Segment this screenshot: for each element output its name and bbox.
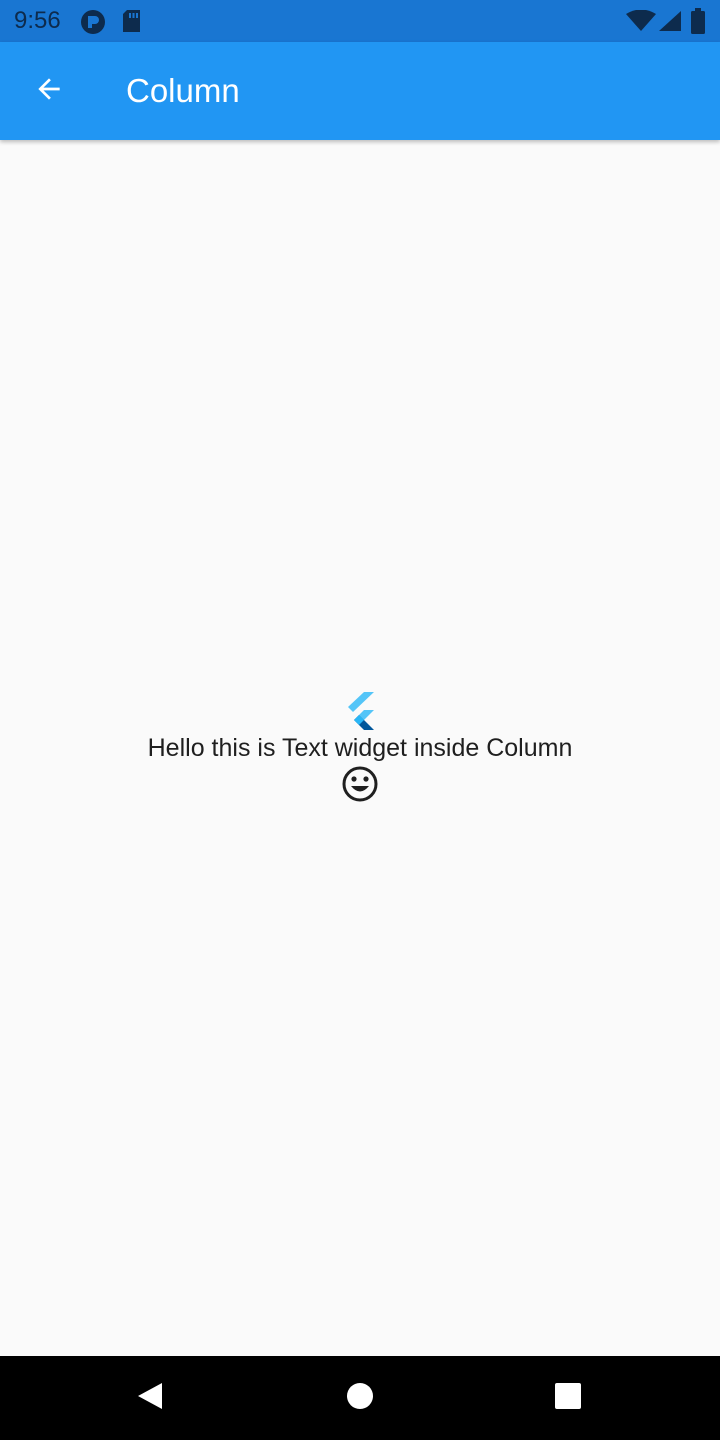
nav-back-button[interactable] bbox=[122, 1370, 178, 1426]
signal-icon bbox=[658, 10, 682, 37]
page-title: Column bbox=[126, 72, 240, 109]
battery-icon bbox=[690, 8, 706, 39]
status-time: 9:56 bbox=[14, 7, 61, 34]
back-triangle-icon bbox=[136, 1381, 164, 1416]
navigation-bar bbox=[0, 1356, 720, 1440]
smile-icon bbox=[340, 764, 380, 804]
column-text: Hello this is Text widget inside Column bbox=[147, 734, 573, 762]
nav-recents-button[interactable] bbox=[540, 1370, 596, 1426]
nav-home-button[interactable] bbox=[332, 1370, 388, 1426]
home-circle-icon bbox=[346, 1382, 374, 1415]
flutter-logo-icon bbox=[344, 692, 376, 732]
status-bar: 9:56 bbox=[0, 0, 720, 42]
app-bar: Column bbox=[0, 42, 720, 140]
recents-square-icon bbox=[555, 1382, 581, 1414]
back-button[interactable] bbox=[20, 62, 78, 120]
screen: 9:56 Column Hello this is Text widget in… bbox=[0, 0, 720, 1440]
arrow-back-icon bbox=[33, 73, 65, 110]
sd-card-icon bbox=[122, 9, 142, 38]
wifi-icon bbox=[626, 9, 656, 37]
column-content: Hello this is Text widget inside Column bbox=[0, 140, 720, 1356]
app-notification-icon bbox=[80, 9, 106, 40]
